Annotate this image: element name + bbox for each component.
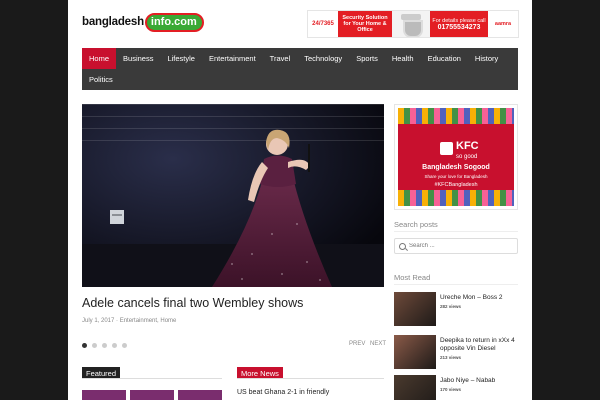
featured-thumb[interactable] (178, 390, 222, 400)
nav-item-entertainment[interactable]: Entertainment (202, 48, 263, 69)
featured-slider-image[interactable] (82, 104, 384, 287)
page-background-left (0, 0, 68, 400)
nav-item-lifestyle[interactable]: Lifestyle (160, 48, 202, 69)
nav-item-history[interactable]: History (468, 48, 505, 69)
nav-item-health[interactable]: Health (385, 48, 421, 69)
nav-item-home[interactable]: Home (82, 48, 117, 69)
kfc-ad-creative: KFC so good Bangladesh Sogood Share your… (398, 108, 514, 206)
kfc-brand: KFC (456, 140, 479, 152)
ad-pattern-bottom (398, 190, 514, 206)
featured-section-divider (82, 378, 222, 379)
kfc-hashtag: #KFCBangladesh (434, 182, 478, 188)
ad-brand: aamra (494, 21, 512, 27)
logo-pill: info.com (144, 12, 204, 32)
main-navigation: Home Business Lifestyle Entertainment Travel… (82, 48, 518, 90)
concert-photo (82, 104, 384, 287)
nav-item-technology[interactable]: Technology (297, 48, 349, 69)
page-background-right (532, 0, 600, 400)
search-widget-divider (394, 231, 518, 232)
sidebar-kfc-ad[interactable]: KFC so good Bangladesh Sogood Share your… (394, 104, 518, 210)
most-read-thumbnail[interactable] (394, 292, 436, 326)
ad-phone: 01755534273 (437, 23, 481, 31)
most-read-title: Most Read (394, 273, 431, 282)
more-news-section-divider (237, 378, 384, 379)
kfc-face-icon (440, 141, 453, 155)
logo-pill-text: info.com (150, 16, 197, 28)
most-read-item-views: 282 views (440, 304, 462, 309)
most-read-item[interactable]: Deepika to return in xXx 4 opposite Vin … (394, 335, 518, 369)
slider-dot[interactable] (82, 343, 87, 348)
kfc-line-2: Share your love for Bangladesh (424, 174, 488, 179)
slider-dot[interactable] (112, 343, 117, 348)
logo-text: bangladesh (82, 16, 144, 28)
nav-item-travel[interactable]: Travel (263, 48, 298, 69)
site-logo[interactable]: bangladesh info.com (82, 11, 204, 33)
featured-categories[interactable]: Entertainment, Home (120, 318, 177, 324)
slider-dot[interactable] (102, 343, 107, 348)
featured-headline[interactable]: Adele cancels final two Wembley shows (82, 296, 303, 310)
most-read-item[interactable]: Jabo Niye – Nabab 170 views (394, 375, 518, 400)
camera-icon (392, 11, 430, 37)
slider-dot[interactable] (92, 343, 97, 348)
nav-row-1: Home Business Lifestyle Entertainment Travel… (82, 48, 518, 69)
featured-thumbs[interactable] (82, 390, 222, 400)
nav-item-sports[interactable]: Sports (349, 48, 385, 69)
search-icon[interactable] (399, 242, 406, 250)
top-banner-ad[interactable]: 24/7365 Security Solution for Your Home … (307, 10, 519, 38)
featured-date: July 1, 2017 (82, 318, 115, 324)
slider-dot[interactable] (122, 343, 127, 348)
most-read-thumbnail[interactable] (394, 375, 436, 400)
slider-prev-button[interactable]: PREV (349, 341, 365, 347)
featured-meta: July 1, 2017 · Entertainment, Home (82, 318, 177, 324)
nav-row-2: Politics (82, 69, 518, 90)
most-read-item[interactable]: Ureche Mon – Boss 2 282 views (394, 292, 518, 326)
kfc-logo: KFC so good (440, 136, 479, 160)
more-news-item[interactable]: US beat Ghana 2-1 in friendly (237, 389, 329, 396)
most-read-item-title[interactable]: Ureche Mon – Boss 2 (440, 294, 518, 302)
ad-hours: 24/7365 (308, 11, 338, 37)
most-read-item-title[interactable]: Jabo Niye – Nabab (440, 377, 518, 385)
ad-contact: For details please call 01755534273 (430, 11, 488, 37)
nav-item-education[interactable]: Education (421, 48, 468, 69)
kfc-tagline: so good (456, 154, 478, 160)
ad-pattern-top (398, 108, 514, 124)
most-read-thumbnail[interactable] (394, 335, 436, 369)
slider-dots (82, 343, 127, 348)
most-read-item-views: 213 views (440, 355, 462, 360)
featured-thumb[interactable] (130, 390, 174, 400)
search-box[interactable] (394, 238, 518, 254)
search-input[interactable] (409, 243, 509, 249)
kfc-line-1: Bangladesh Sogood (422, 164, 490, 171)
most-read-item-title[interactable]: Deepika to return in xXx 4 opposite Vin … (440, 337, 518, 353)
nav-item-business[interactable]: Business (116, 48, 160, 69)
featured-thumb[interactable] (82, 390, 126, 400)
nav-item-politics[interactable]: Politics (82, 69, 120, 90)
most-read-divider (394, 284, 518, 285)
ad-headline: Security Solution for Your Home & Office (338, 11, 392, 37)
page-container: bangladesh info.com 24/7365 Security Sol… (68, 0, 532, 400)
most-read-item-views: 170 views (440, 387, 462, 392)
search-widget-title: Search posts (394, 220, 438, 229)
slider-next-button[interactable]: NEXT (370, 341, 386, 347)
